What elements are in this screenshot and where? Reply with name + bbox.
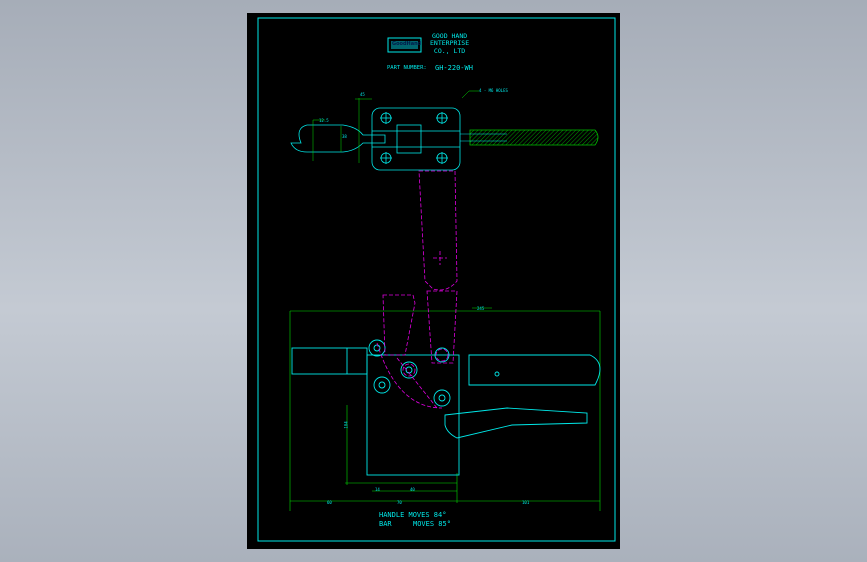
company-line3: CO., LTD [433, 46, 466, 55]
drawing-frame [257, 17, 616, 542]
dim-right-reach: 101 [522, 500, 530, 505]
cad-drawing [257, 17, 616, 542]
handle-raised [418, 170, 458, 291]
handle-grip-side [468, 354, 601, 386]
clamp-handle [444, 407, 588, 439]
part-number-label: PART NUMBER: [387, 65, 427, 71]
bar-moves-note: MOVES 85° [413, 520, 451, 528]
holes-callout: 4 - M6 HOLES [479, 88, 508, 93]
pivot-pin [368, 339, 386, 357]
dim-arm-offset: 38 [342, 134, 347, 139]
dim-arm-height: 12.5 [319, 118, 329, 123]
dim-bolt-edge: 14 [375, 487, 380, 492]
pivot-pin [433, 389, 451, 407]
handle-grip-top [469, 129, 599, 146]
dim-base-width: 70 [397, 500, 402, 505]
logo-text: GoodHand [392, 41, 422, 47]
company-name: GOOD HAND ENTERPRISE CO., LTD [430, 32, 469, 55]
spindle [291, 347, 368, 375]
top-view [290, 107, 461, 171]
part-number: GH-220-WH [435, 64, 473, 72]
bar-label: BAR [379, 520, 392, 528]
pivot-pin [373, 376, 391, 394]
dim-bolt-pitch: 40 [410, 487, 415, 492]
handle-moves-note: HANDLE MOVES 84° [379, 511, 447, 519]
dim-overall-length: 245 [477, 306, 485, 311]
dim-top-width: 45 [360, 92, 365, 97]
clamp-arm-top [290, 124, 386, 153]
dim-left-reach: 60 [327, 500, 332, 505]
dim-total-height: 104 [343, 421, 349, 429]
drawing-sheet: GOOD HAND ENTERPRISE CO., LTD GoodHand P… [247, 13, 620, 549]
